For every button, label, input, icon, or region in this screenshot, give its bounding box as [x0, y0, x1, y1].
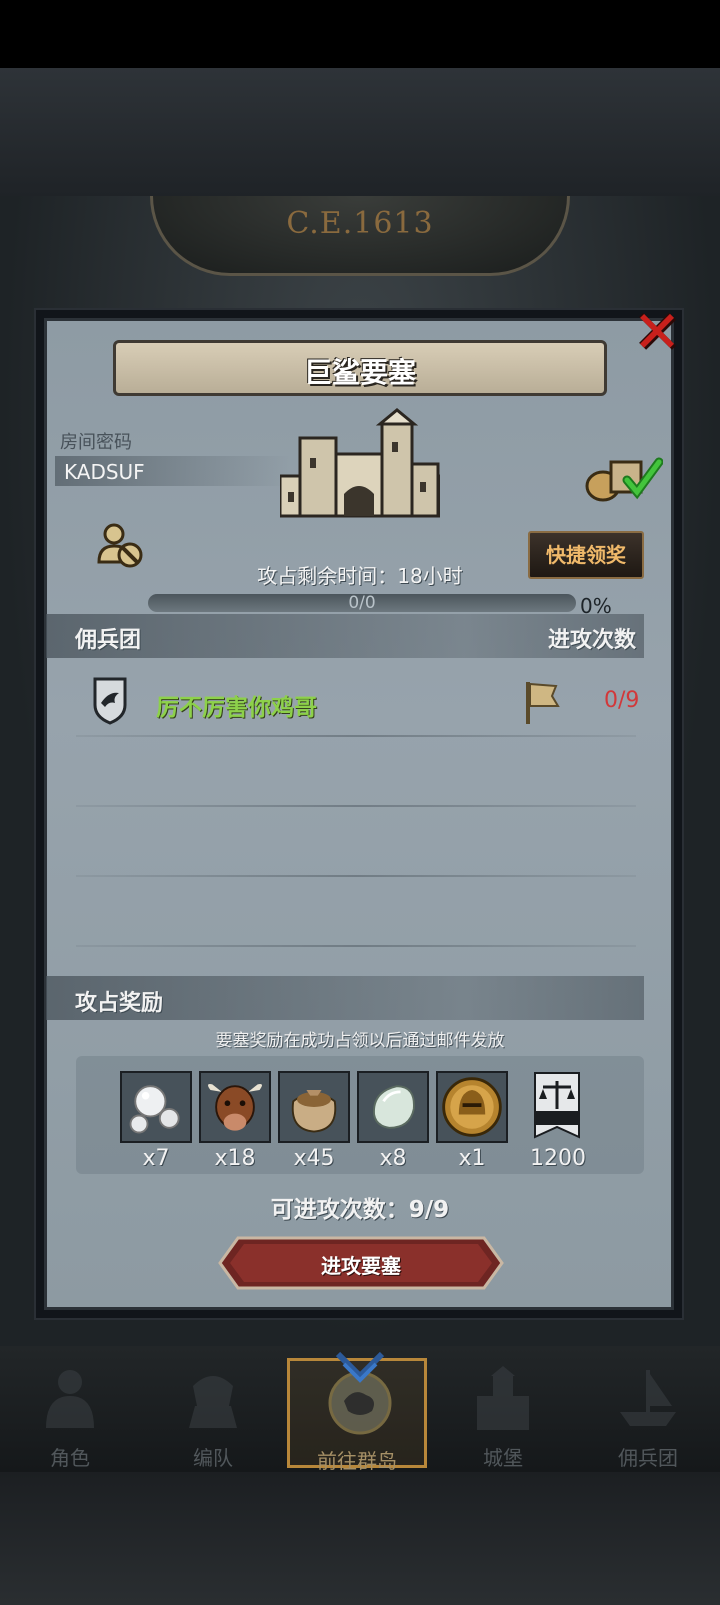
dialog-title: 巨鲨要塞	[303, 356, 416, 389]
occupation-progress-label: 0/0	[348, 593, 376, 613]
nav-label: 编队	[193, 1446, 233, 1470]
era-text: C.E.1613	[286, 206, 434, 241]
close-button[interactable]: ✕	[628, 303, 686, 362]
row-divider	[76, 875, 636, 877]
row-divider	[76, 735, 636, 737]
reward-qty: x18	[214, 1146, 256, 1171]
guild-attack-count: 0/9	[604, 688, 640, 713]
attack-button-label: 进攻要塞	[321, 1254, 401, 1278]
occupation-time-left: 攻占剩余时间：18小时	[257, 564, 463, 588]
room-password-label: 房间密码	[60, 432, 132, 453]
fortress-icon	[280, 408, 440, 518]
nav-label: 角色	[50, 1446, 90, 1470]
rewards-note: 要塞奖励在成功占领以后通过邮件发放	[215, 1031, 505, 1051]
attack-flag-icon	[526, 682, 560, 724]
mercenary-ship-icon	[620, 1370, 676, 1426]
attacks-available: 可进攻次数：9/9	[270, 1197, 450, 1223]
formation-icon	[189, 1376, 237, 1428]
nav-label: 佣兵团	[618, 1446, 678, 1470]
nav-label: 城堡	[483, 1446, 523, 1470]
nav-item-formation[interactable]: 编队	[143, 1358, 283, 1470]
reward-qty: x1	[458, 1146, 486, 1171]
nav-item-character[interactable]: 角色	[0, 1358, 140, 1470]
nav-item-castle[interactable]: 城堡	[433, 1358, 573, 1470]
row-divider	[76, 945, 636, 947]
castle-icon	[477, 1366, 529, 1430]
reward-item-cattle[interactable]	[199, 1071, 271, 1143]
gemstone-icon	[359, 1073, 427, 1141]
reward-qty: x7	[142, 1146, 170, 1171]
occupation-progress-bar: 0/0	[148, 593, 576, 613]
reward-item-pearl[interactable]	[120, 1071, 192, 1143]
attack-fortress-button[interactable]: 进攻要塞	[218, 1236, 504, 1290]
pearl-icon	[122, 1073, 190, 1141]
reward-qty: x8	[379, 1146, 407, 1171]
top-backdrop	[0, 68, 720, 196]
guild-name[interactable]: 厉不厉害你鸡哥	[156, 688, 317, 722]
loot-claimed-icon	[585, 457, 663, 502]
mercenary-header: 佣兵团	[75, 628, 142, 653]
chevron-down-icon	[335, 1351, 385, 1383]
row-divider	[76, 805, 636, 807]
grain-sack-icon	[280, 1073, 348, 1141]
rewards-header: 攻占奖励	[75, 991, 164, 1016]
cattle-icon	[201, 1073, 269, 1141]
title-scroll: 巨鲨要塞	[113, 340, 607, 396]
knight-icon	[46, 1370, 94, 1428]
attack-count-header: 进攻次数	[548, 628, 637, 653]
room-password: KADSUF	[64, 460, 145, 484]
bottom-backdrop	[0, 1472, 720, 1605]
guild-shield-icon	[93, 677, 127, 725]
reward-item-knight-helmet[interactable]	[436, 1071, 508, 1143]
nav-item-mercenary[interactable]: 佣兵团	[578, 1358, 718, 1470]
era-banner: C.E.1613	[150, 196, 570, 276]
reward-item-grain-sack[interactable]	[278, 1071, 350, 1143]
knight-helmet-coin-icon	[438, 1073, 506, 1141]
reward-qty: 1200	[530, 1146, 586, 1171]
reward-item-gemstone[interactable]	[357, 1071, 429, 1143]
scales-banner-icon	[534, 1072, 580, 1139]
reward-qty: x45	[293, 1146, 335, 1171]
nav-label: 前往群岛	[317, 1449, 397, 1473]
